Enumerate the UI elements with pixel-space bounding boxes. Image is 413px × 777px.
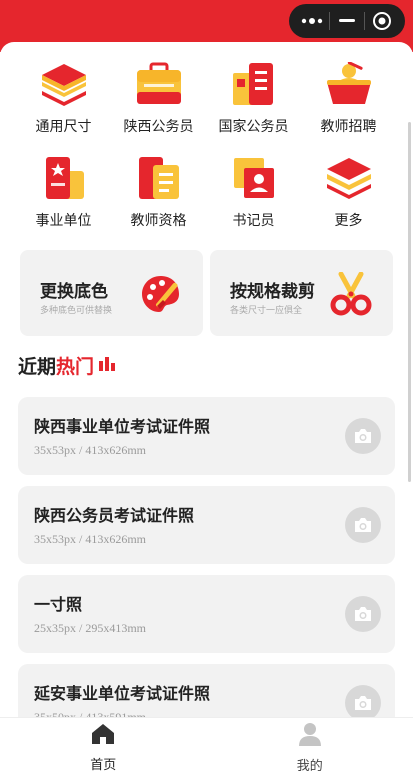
bottom-tab-bar: 首页 我的 [0, 717, 413, 777]
feature-subtitle: 各类尺寸一应俱全 [230, 305, 303, 315]
list-item-spec: 35x53px / 413x626mm [34, 443, 147, 457]
section-title-highlight: 热门 [56, 357, 95, 378]
change-background-card[interactable]: 更换底色 多种底色可供替换 [20, 250, 203, 336]
crop-by-spec-card[interactable]: 按规格裁剪 各类尺寸一应俱全 [210, 250, 393, 336]
minimize-icon[interactable] [333, 7, 361, 35]
list-item[interactable]: 陕西事业单位考试证件照 35x53px / 413x626mm [18, 397, 395, 475]
camera-icon[interactable] [345, 418, 381, 454]
list-item[interactable]: 一寸照 25x35px / 295x413mm [18, 575, 395, 653]
briefcase-icon [133, 58, 185, 110]
palette-icon [139, 272, 183, 316]
capsule-divider [363, 12, 365, 30]
scissors-icon [329, 271, 373, 316]
feature-subtitle: 多种底色可供替换 [40, 305, 113, 315]
home-icon [91, 723, 115, 750]
grid-item-label: 国家公务员 [218, 118, 289, 134]
section-heading-recent-hot: 近期 热门 [18, 352, 116, 379]
capsule-divider [329, 12, 331, 30]
documents-icon [228, 58, 280, 110]
grid-item-teacher-recruitment[interactable]: 教师招聘 [301, 58, 396, 136]
grid-item-label: 教师招聘 [320, 118, 377, 134]
tab-mine[interactable]: 我的 [207, 718, 413, 777]
list-item-spec: 25x35px / 295x413mm [34, 621, 147, 635]
feature-title: 更换底色 [40, 282, 108, 301]
list-item-title: 陕西公务员考试证件照 [34, 508, 195, 525]
list-item-title: 一寸照 [34, 597, 83, 614]
close-target-icon[interactable] [368, 7, 396, 35]
bar-chart-icon [98, 355, 116, 376]
grid-item-public-institution[interactable]: 事业单位 [16, 152, 111, 230]
camera-icon[interactable] [345, 596, 381, 632]
scrollbar[interactable] [408, 122, 411, 482]
grid-item-teacher-qualification[interactable]: 教师资格 [111, 152, 206, 230]
grid-item-label: 教师资格 [130, 212, 187, 228]
user-icon [298, 722, 321, 751]
id-card-icon [228, 152, 280, 204]
list-item-spec: 35x53px / 413x626mm [34, 532, 147, 546]
teacher-basket-icon [323, 58, 375, 110]
grid-item-shaanxi-civil-servant[interactable]: 陕西公务员 [111, 58, 206, 136]
tab-label: 首页 [90, 756, 117, 772]
feature-cards: 更换底色 多种底色可供替换 按规格裁剪 各类尺寸一应俱全 [20, 250, 393, 336]
tab-label: 我的 [296, 757, 323, 773]
grid-item-label: 陕西公务员 [123, 118, 194, 134]
feature-title: 按规格裁剪 [230, 282, 315, 301]
camera-icon[interactable] [345, 507, 381, 543]
main-content: 通用尺寸 陕西公务员 国家公务员 教师招聘 事业单位 教师资格 书记员 更多 更… [0, 42, 413, 777]
grid-item-general-size[interactable]: 通用尺寸 [16, 58, 111, 136]
list-item-title: 延安事业单位考试证件照 [34, 686, 211, 703]
grid-item-clerk[interactable]: 书记员 [206, 152, 301, 230]
grid-item-label: 事业单位 [35, 212, 92, 228]
grid-item-label: 通用尺寸 [35, 118, 92, 134]
list-item-title: 陕西事业单位考试证件照 [34, 419, 211, 436]
tab-home[interactable]: 首页 [0, 718, 207, 777]
more-layers-icon [323, 152, 375, 204]
list-item[interactable]: 陕西公务员考试证件照 35x53px / 413x626mm [18, 486, 395, 564]
camera-icon[interactable] [345, 685, 381, 721]
grid-item-label: 书记员 [232, 212, 275, 228]
category-grid: 通用尺寸 陕西公务员 国家公务员 教师招聘 事业单位 教师资格 书记员 更多 [16, 58, 396, 230]
grid-item-label: 更多 [334, 212, 363, 228]
layers-icon [38, 58, 90, 110]
mini-program-capsule [289, 4, 405, 38]
star-badge-icon [38, 152, 90, 204]
more-options-icon[interactable] [298, 7, 326, 35]
grid-item-more[interactable]: 更多 [301, 152, 396, 230]
certificate-icon [133, 152, 185, 204]
grid-item-national-civil-servant[interactable]: 国家公务员 [206, 58, 301, 136]
section-title-part: 近期 [18, 357, 57, 378]
photo-spec-list: 陕西事业单位考试证件照 35x53px / 413x626mm 陕西公务员考试证… [18, 397, 395, 753]
